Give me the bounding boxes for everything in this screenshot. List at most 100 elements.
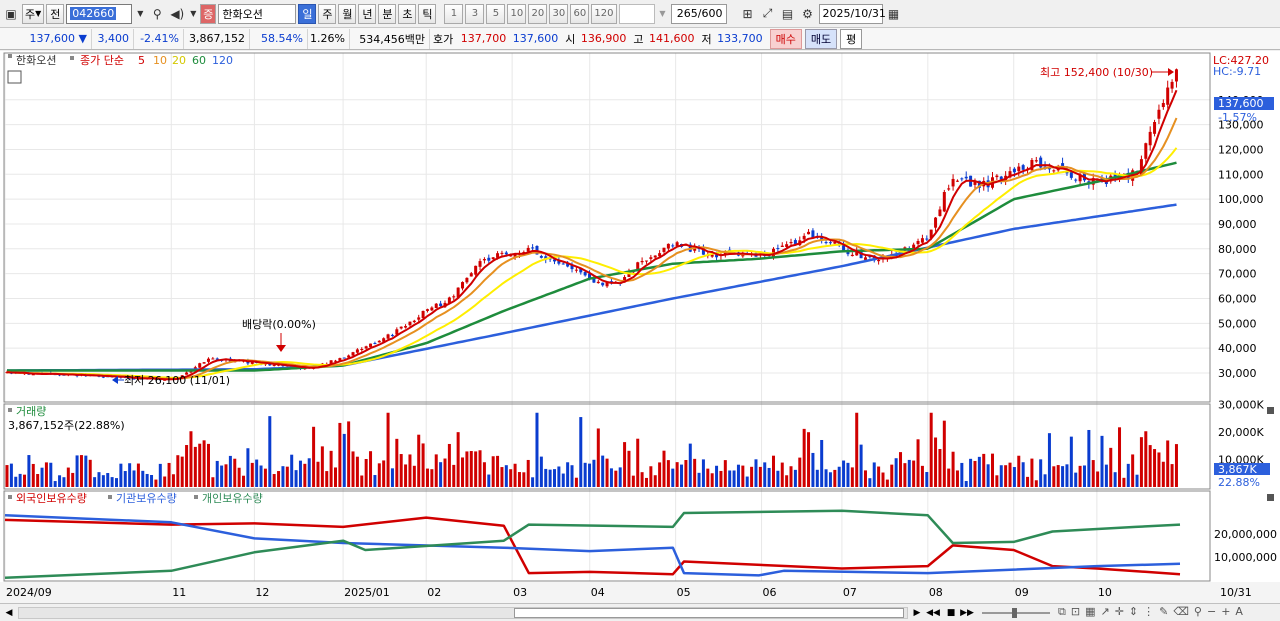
draw-icon[interactable]: ✎ bbox=[1159, 605, 1168, 621]
fast-forward-icon[interactable]: ▶▶ bbox=[960, 606, 974, 620]
interval-5-button[interactable]: 5 bbox=[486, 3, 506, 24]
period-tick-tab[interactable]: 틱 bbox=[418, 3, 437, 24]
trendline-icon[interactable]: ↗ bbox=[1100, 605, 1109, 621]
bar-count-input[interactable]: 265/600 bbox=[670, 3, 727, 24]
date-input[interactable]: 2025/10/31 bbox=[818, 3, 886, 24]
volume-bar bbox=[434, 454, 438, 487]
period-day-tab[interactable]: 일 bbox=[298, 3, 317, 24]
window-menu-icon[interactable]: ▣ bbox=[2, 4, 20, 24]
fibonacci-icon[interactable]: ⋮ bbox=[1143, 605, 1154, 621]
line-type-icon[interactable]: ⤢ bbox=[759, 4, 777, 24]
chart-canvas[interactable]: 30,000 40,000 50,000 60,000 70,000 80,000 90,0… bbox=[0, 51, 1280, 603]
volume-bar bbox=[977, 456, 981, 487]
volume-bar bbox=[242, 475, 246, 487]
volume-bar bbox=[474, 451, 478, 487]
calendar-icon[interactable]: ▦ bbox=[885, 4, 903, 24]
candle-body bbox=[351, 352, 355, 356]
zoom-icon[interactable]: ⚲ bbox=[1194, 605, 1202, 621]
volume-bar bbox=[211, 477, 215, 487]
font-size-icon[interactable]: A bbox=[1235, 605, 1243, 621]
rewind-icon[interactable]: ◀◀ bbox=[926, 606, 940, 620]
volume-bar bbox=[741, 465, 745, 487]
volume-bar bbox=[233, 458, 237, 487]
compare-icon[interactable]: ⊡ bbox=[1071, 605, 1080, 621]
scrollbar-thumb[interactable] bbox=[514, 608, 904, 618]
period-minute-tab[interactable]: 분 bbox=[378, 3, 397, 24]
candle-body bbox=[474, 265, 478, 275]
chart-settings-icon[interactable] bbox=[7, 70, 22, 84]
volume-bar bbox=[658, 462, 662, 487]
copy-icon[interactable]: ⧉ bbox=[1058, 605, 1066, 621]
search-icon[interactable]: ⚲ bbox=[148, 4, 166, 24]
holdings-handle-icon[interactable] bbox=[8, 495, 12, 499]
horizontal-scrollbar[interactable] bbox=[18, 607, 908, 619]
period-second-tab[interactable]: 초 bbox=[398, 3, 417, 24]
volume-bar bbox=[680, 464, 684, 487]
zoom-slider-handle[interactable] bbox=[1012, 608, 1017, 618]
interval-1-button[interactable]: 1 bbox=[444, 3, 464, 24]
sell-button[interactable]: 매도 bbox=[804, 28, 838, 49]
zoom-in-icon[interactable]: + bbox=[1221, 605, 1230, 621]
crosshair-icon[interactable]: ✛ bbox=[1115, 605, 1124, 621]
ma-handle-icon[interactable] bbox=[70, 56, 74, 60]
eval-button[interactable]: 평 bbox=[840, 28, 863, 49]
interval-dropdown-icon[interactable]: ▼ bbox=[657, 4, 669, 24]
candle-body bbox=[386, 334, 390, 339]
save-icon[interactable]: ▤ bbox=[779, 4, 797, 24]
interval-30-button[interactable]: 30 bbox=[549, 3, 569, 24]
holdings-close-icon[interactable] bbox=[1267, 494, 1274, 501]
volume-value: 3,867,152 bbox=[184, 28, 250, 49]
interval-60-button[interactable]: 60 bbox=[570, 3, 590, 24]
buy-button[interactable]: 매수 bbox=[769, 28, 802, 49]
volume-bar bbox=[452, 464, 456, 487]
volume-bar bbox=[868, 478, 872, 487]
candle-type-icon[interactable]: ⊞ bbox=[739, 4, 757, 24]
period-week-tab[interactable]: 주 bbox=[318, 3, 337, 24]
volume-handle-icon[interactable] bbox=[8, 408, 12, 412]
volume-bar bbox=[250, 462, 254, 487]
eraser-icon[interactable]: ⌫ bbox=[1173, 605, 1189, 621]
volume-bar bbox=[1078, 465, 1082, 487]
interval-120-button[interactable]: 120 bbox=[591, 3, 617, 24]
period-month-tab[interactable]: 월 bbox=[338, 3, 357, 24]
institution-handle-icon[interactable] bbox=[108, 495, 112, 499]
code-dropdown-icon[interactable]: ▼ bbox=[134, 4, 146, 24]
stock-code-input[interactable]: 042660 bbox=[66, 3, 133, 24]
volume-bar bbox=[995, 475, 999, 487]
volume-bar bbox=[88, 459, 92, 487]
market-select[interactable]: 주 ▼ bbox=[22, 3, 45, 24]
interval-custom-input[interactable] bbox=[618, 3, 655, 24]
stop-icon[interactable]: ■ bbox=[944, 606, 958, 620]
candle-body bbox=[434, 303, 438, 309]
volume-close-icon[interactable] bbox=[1267, 407, 1274, 414]
candle-body bbox=[342, 357, 346, 359]
interval-20-button[interactable]: 20 bbox=[528, 3, 548, 24]
scroll-left-icon[interactable]: ◀ bbox=[2, 606, 16, 620]
grid-icon[interactable]: ▦ bbox=[1085, 605, 1095, 621]
interval-3-button[interactable]: 3 bbox=[465, 3, 485, 24]
pane-handle-icon[interactable] bbox=[8, 54, 12, 58]
x-axis-label: 07 bbox=[843, 586, 857, 599]
candle-body bbox=[1052, 170, 1056, 172]
volume-bar bbox=[837, 466, 841, 487]
gear-icon[interactable]: ⚙ bbox=[799, 4, 817, 24]
vertical-line-icon[interactable]: ⇕ bbox=[1129, 605, 1138, 621]
zoom-out-icon[interactable]: − bbox=[1207, 605, 1216, 621]
interval-10-button[interactable]: 10 bbox=[507, 3, 527, 24]
volume-bar bbox=[820, 439, 824, 487]
price-badge-value: 137,600 bbox=[1218, 97, 1264, 110]
candle-body bbox=[504, 252, 508, 255]
period-year-tab[interactable]: 년 bbox=[358, 3, 377, 24]
stock-name-field[interactable]: 한화오션 bbox=[218, 3, 297, 24]
volume-bar bbox=[912, 460, 916, 487]
individual-handle-icon[interactable] bbox=[194, 495, 198, 499]
scroll-right-icon[interactable]: ▶ bbox=[910, 606, 924, 620]
volume-bar bbox=[110, 477, 114, 487]
volume-bar bbox=[44, 462, 48, 487]
drawing-tools: ⧉ ⊡ ▦ ↗ ✛ ⇕ ⋮ ✎ ⌫ ⚲ − + A bbox=[1058, 605, 1278, 621]
speaker-dropdown-icon[interactable]: ▼ bbox=[188, 4, 198, 24]
speaker-icon[interactable]: ◀) bbox=[168, 4, 186, 24]
prev-button[interactable]: 전 bbox=[46, 3, 65, 24]
candle-body bbox=[531, 247, 535, 249]
volume-bar bbox=[58, 475, 62, 487]
